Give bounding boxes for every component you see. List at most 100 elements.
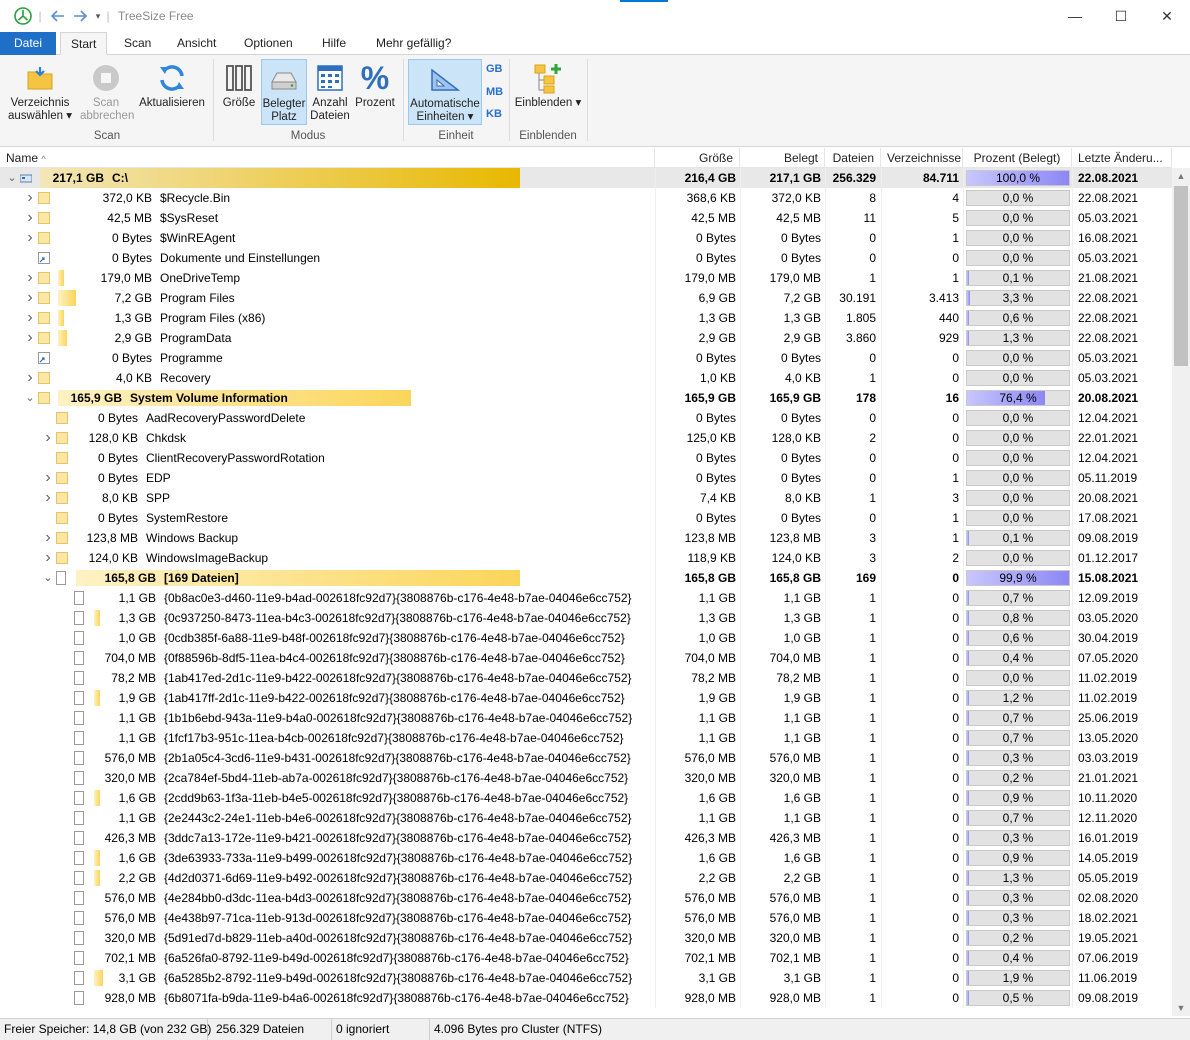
row-name[interactable]: Chkdsk xyxy=(146,428,186,448)
row-name[interactable]: $WinREAgent xyxy=(160,228,235,248)
row-name[interactable]: {1fcf17b3-951c-11ea-b4cb-002618fc92d7}{3… xyxy=(164,728,624,748)
stop-scan-button[interactable]: Scan abbrechen xyxy=(80,59,134,123)
file-row[interactable]: 320,0 MB {5d91ed7d-b829-11eb-a40d-002618f… xyxy=(0,928,1172,948)
file-row[interactable]: 78,2 MB {1ab417ed-2d1c-11e9-b422-002618fc… xyxy=(0,668,1172,688)
folder-row[interactable]: › 179,0 MB OneDriveTemp 179,0 MB 179,0 MB 1 1 0… xyxy=(0,268,1172,288)
row-name[interactable]: {1b1b6ebd-943a-11e9-b4a0-002618fc92d7}{3… xyxy=(164,708,632,728)
row-name[interactable]: Recovery xyxy=(160,368,211,388)
column-files[interactable]: Dateien xyxy=(825,148,881,168)
auto-units-button[interactable]: Automatische Einheiten ▾ xyxy=(408,59,482,125)
file-count-button[interactable]: Anzahl Dateien xyxy=(309,59,351,123)
column-name[interactable]: Name ^ xyxy=(0,148,655,168)
row-name[interactable]: Dokumente und Einstellungen xyxy=(160,248,320,268)
row-name[interactable]: $Recycle.Bin xyxy=(160,188,230,208)
tab-mehr-gefaellig[interactable]: Mehr gefällig? xyxy=(366,32,461,55)
file-row[interactable]: 1,6 GB {3de63933-733a-11e9-b499-002618fc9… xyxy=(0,848,1172,868)
show-button[interactable]: Einblenden ▾ xyxy=(514,59,582,110)
row-name[interactable]: {6a5285b2-8792-11e9-b49d-002618fc92d7}{3… xyxy=(164,968,632,988)
collapse-chevron-icon[interactable]: ⌄ xyxy=(6,168,18,188)
vertical-scrollbar[interactable]: ▲ ▼ xyxy=(1172,168,1190,1016)
folder-row[interactable]: 0 Bytes AadRecoveryPasswordDelete 0 Bytes 0… xyxy=(0,408,1172,428)
file-row[interactable]: 1,0 GB {0cdb385f-6a88-11e9-b48f-002618fc9… xyxy=(0,628,1172,648)
row-name[interactable]: {1ab417ed-2d1c-11e9-b422-002618fc92d7}{3… xyxy=(164,668,632,688)
scrollbar-thumb[interactable] xyxy=(1174,186,1188,366)
folder-row[interactable]: › 42,5 MB $SysReset 42,5 MB 42,5 MB 11 5 0,0 % 0… xyxy=(0,208,1172,228)
column-directories[interactable]: Verzeichnisse xyxy=(881,148,963,168)
row-name[interactable]: {0c937250-8473-11ea-b4c3-002618fc92d7}{3… xyxy=(164,608,631,628)
tab-datei[interactable]: Datei xyxy=(0,32,56,55)
expand-chevron-icon[interactable]: › xyxy=(24,288,36,308)
file-row[interactable]: 1,3 GB {0c937250-8473-11ea-b4c3-002618fc9… xyxy=(0,608,1172,628)
row-name[interactable]: {5d91ed7d-b829-11eb-a40d-002618fc92d7}{3… xyxy=(164,928,632,948)
folder-row[interactable]: 0 Bytes Programme 0 Bytes 0 Bytes 0 0 0,0 % 05.… xyxy=(0,348,1172,368)
expand-chevron-icon[interactable]: › xyxy=(24,328,36,348)
file-row[interactable]: ⌄ 165,8 GB [169 Dateien] 165,8 GB 165,8 GB 16… xyxy=(0,568,1172,588)
file-row[interactable]: 1,1 GB {1b1b6ebd-943a-11e9-b4a0-002618fc9… xyxy=(0,708,1172,728)
folder-row[interactable]: › 1,3 GB Program Files (x86) 1,3 GB 1,3 GB 1.… xyxy=(0,308,1172,328)
row-name[interactable]: {3de63933-733a-11e9-b499-002618fc92d7}{3… xyxy=(164,848,632,868)
expand-chevron-icon[interactable]: › xyxy=(24,188,36,208)
row-name[interactable]: SystemRestore xyxy=(146,508,228,528)
tab-hilfe[interactable]: Hilfe xyxy=(312,32,356,55)
row-name[interactable]: ClientRecoveryPasswordRotation xyxy=(146,448,325,468)
file-row[interactable]: 576,0 MB {4e284bb0-d3dc-11ea-b4d3-002618f… xyxy=(0,888,1172,908)
column-last-modified[interactable]: Letzte Änderu... xyxy=(1072,148,1172,168)
file-row[interactable]: 2,2 GB {4d2d0371-6d69-11e9-b492-002618fc9… xyxy=(0,868,1172,888)
row-name[interactable]: [169 Dateien] xyxy=(164,568,239,588)
tab-scan[interactable]: Scan xyxy=(114,32,161,55)
row-name[interactable]: {2cdd9b63-1f3a-11eb-b4e5-002618fc92d7}{3… xyxy=(164,788,628,808)
refresh-button[interactable]: Aktualisieren xyxy=(136,59,208,110)
row-name[interactable]: $SysReset xyxy=(160,208,218,228)
row-name[interactable]: {4d2d0371-6d69-11e9-b492-002618fc92d7}{3… xyxy=(164,868,632,888)
folder-row[interactable]: ⌄ 165,9 GB System Volume Information 165,9 … xyxy=(0,388,1172,408)
folder-row[interactable]: › 124,0 KB WindowsImageBackup 118,9 KB 124,0… xyxy=(0,548,1172,568)
unit-gb[interactable]: GB xyxy=(486,63,503,75)
folder-row[interactable]: › 0 Bytes $WinREAgent 0 Bytes 0 Bytes 0 1 0,0 %… xyxy=(0,228,1172,248)
row-name[interactable]: {2b1a05c4-3cd6-11e9-b431-002618fc92d7}{3… xyxy=(164,748,631,768)
file-row[interactable]: 320,0 MB {2ca784ef-5bd4-11eb-ab7a-002618f… xyxy=(0,768,1172,788)
folder-row[interactable]: 0 Bytes ClientRecoveryPasswordRotation 0 B… xyxy=(0,448,1172,468)
row-name[interactable]: System Volume Information xyxy=(130,388,288,408)
scroll-up-arrow-icon[interactable]: ▲ xyxy=(1172,168,1190,184)
size-mode-button[interactable]: Größe xyxy=(218,59,260,110)
unit-mb[interactable]: MB xyxy=(486,86,503,98)
folder-row[interactable]: › 7,2 GB Program Files 6,9 GB 7,2 GB 30.191 3.… xyxy=(0,288,1172,308)
row-name[interactable]: Program Files (x86) xyxy=(160,308,265,328)
file-row[interactable]: 1,1 GB {2e2443c2-24e1-11eb-b4e6-002618fc9… xyxy=(0,808,1172,828)
drive-row[interactable]: ⌄ 217,1 GB C:\ 216,4 GB 217,1 GB 256.329 84.71… xyxy=(0,168,1172,188)
expand-chevron-icon[interactable]: › xyxy=(42,428,54,448)
file-row[interactable]: 704,0 MB {0f88596b-8df5-11ea-b4c4-002618f… xyxy=(0,648,1172,668)
row-name[interactable]: OneDriveTemp xyxy=(160,268,240,288)
select-directory-button[interactable]: Verzeichnis auswählen ▾ xyxy=(6,59,74,123)
file-row[interactable]: 576,0 MB {4e438b97-71ca-11eb-913d-002618f… xyxy=(0,908,1172,928)
folder-row[interactable]: 0 Bytes SystemRestore 0 Bytes 0 Bytes 0 1 0,0 … xyxy=(0,508,1172,528)
file-row[interactable]: 1,9 GB {1ab417ff-2d1c-11e9-b422-002618fc9… xyxy=(0,688,1172,708)
expand-chevron-icon[interactable]: › xyxy=(24,268,36,288)
expand-chevron-icon[interactable]: › xyxy=(42,468,54,488)
expand-chevron-icon[interactable]: › xyxy=(24,368,36,388)
folder-row[interactable]: › 4,0 KB Recovery 1,0 KB 4,0 KB 1 0 0,0 % 05.03.… xyxy=(0,368,1172,388)
row-name[interactable]: WindowsImageBackup xyxy=(146,548,268,568)
expand-chevron-icon[interactable]: › xyxy=(24,228,36,248)
row-name[interactable]: {1ab417ff-2d1c-11e9-b422-002618fc92d7}{3… xyxy=(164,688,625,708)
collapse-chevron-icon[interactable]: ⌄ xyxy=(24,388,36,408)
file-row[interactable]: 928,0 MB {6b8071fa-b9da-11e9-b4a6-002618f… xyxy=(0,988,1172,1008)
close-button[interactable]: ✕ xyxy=(1144,0,1190,32)
folder-row[interactable]: › 128,0 KB Chkdsk 125,0 KB 128,0 KB 2 0 0,0 % 22… xyxy=(0,428,1172,448)
expand-chevron-icon[interactable]: › xyxy=(42,548,54,568)
row-name[interactable]: {2ca784ef-5bd4-11eb-ab7a-002618fc92d7}{3… xyxy=(164,768,628,788)
column-percent[interactable]: Prozent (Belegt) xyxy=(963,148,1072,168)
row-name[interactable]: EDP xyxy=(146,468,171,488)
row-name[interactable]: SPP xyxy=(146,488,170,508)
column-allocated[interactable]: Belegt xyxy=(740,148,825,168)
allocated-space-button[interactable]: Belegter Platz xyxy=(261,59,307,125)
expand-chevron-icon[interactable]: › xyxy=(24,208,36,228)
row-name[interactable]: {2e2443c2-24e1-11eb-b4e6-002618fc92d7}{3… xyxy=(164,808,632,828)
file-row[interactable]: 1,1 GB {1fcf17b3-951c-11ea-b4cb-002618fc9… xyxy=(0,728,1172,748)
folder-row[interactable]: › 2,9 GB ProgramData 2,9 GB 2,9 GB 3.860 929 1,… xyxy=(0,328,1172,348)
forward-arrow-icon[interactable] xyxy=(70,7,90,25)
expand-chevron-icon[interactable]: › xyxy=(24,308,36,328)
minimize-button[interactable]: — xyxy=(1052,0,1098,32)
unit-kb[interactable]: KB xyxy=(486,108,502,120)
row-name[interactable]: {0f88596b-8df5-11ea-b4c4-002618fc92d7}{3… xyxy=(164,648,625,668)
